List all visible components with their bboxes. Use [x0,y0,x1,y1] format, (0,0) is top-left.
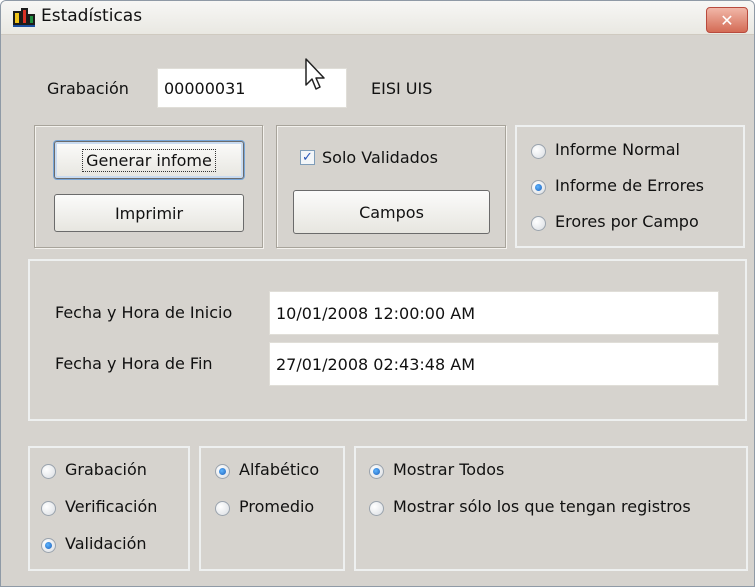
fecha-fin-label: Fecha y Hora de Fin [55,354,213,373]
solo-validados-checkbox[interactable]: ✓ [300,150,315,165]
radio-verificacion[interactable] [41,501,56,516]
errores-campo-label: Erores por Campo [555,212,699,231]
informe-errores-label: Informe de Errores [555,176,705,195]
alfabetico-label: Alfabético [239,460,320,479]
campos-button[interactable]: Campos [293,190,490,234]
validacion-option-label: Validación [65,534,147,553]
fecha-fin-input[interactable]: 27/01/2008 02:43:48 AM [269,342,719,386]
verificacion-option-label: Verificación [65,497,158,516]
radio-promedio[interactable] [215,501,230,516]
campos-label: Campos [359,202,424,222]
radio-errores-campo[interactable] [531,216,546,231]
estadisticas-window: Estadísticas ✕ Grabación 00000031 EISI U… [0,0,755,587]
radio-alfabetico[interactable] [215,464,230,479]
grabacion-value: 00000031 [164,78,246,98]
fecha-inicio-input[interactable]: 10/01/2008 12:00:00 AM [269,291,719,335]
generar-informe-label: Generar infome [82,148,216,172]
close-button[interactable]: ✕ [706,7,748,33]
title-bar[interactable]: Estadísticas ✕ [1,1,754,35]
fecha-inicio-label: Fecha y Hora de Inicio [55,303,233,322]
radio-informe-errores[interactable] [531,180,546,195]
informe-normal-label: Informe Normal [555,140,680,159]
fecha-fin-value: 27/01/2008 02:43:48 AM [276,354,475,374]
grabacion-label: Grabación [47,79,129,98]
radio-validacion[interactable] [41,538,56,553]
window-title: Estadísticas [41,6,143,26]
app-icon [13,8,35,27]
radio-informe-normal[interactable] [531,144,546,159]
fecha-inicio-value: 10/01/2008 12:00:00 AM [276,303,475,323]
promedio-label: Promedio [239,497,315,516]
mostrar-con-registros-label: Mostrar sólo los que tengan registros [393,497,691,516]
grabacion-option-label: Grabación [65,460,147,479]
radio-mostrar-todos[interactable] [369,464,384,479]
radio-grabacion[interactable] [41,464,56,479]
mostrar-todos-label: Mostrar Todos [393,460,505,479]
mouse-cursor-icon [305,58,325,90]
imprimir-label: Imprimir [114,203,184,223]
close-icon: ✕ [720,10,734,30]
imprimir-button[interactable]: Imprimir [54,194,244,232]
generar-informe-button[interactable]: Generar infome [54,141,244,179]
dates-group [28,259,747,421]
radio-mostrar-con-registros[interactable] [369,501,384,516]
solo-validados-label: Solo Validados [322,148,438,167]
org-label: EISI UIS [371,79,433,98]
